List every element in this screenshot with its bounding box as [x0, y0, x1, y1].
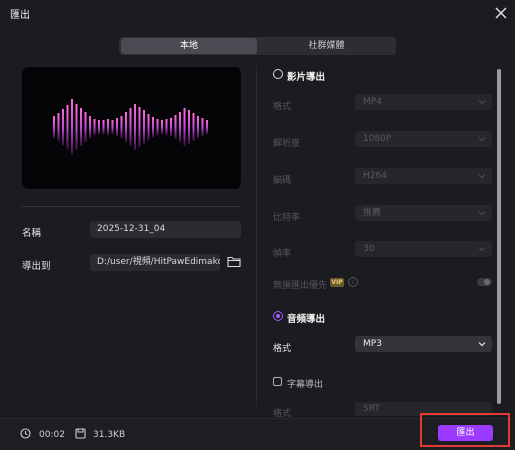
- waveform-bar: [192, 113, 195, 141]
- waveform-bar: [75, 104, 78, 150]
- video-export-title: 影片導出: [287, 72, 326, 83]
- video-export-radio[interactable]: [273, 69, 283, 79]
- waveform-bar: [66, 105, 69, 149]
- encoding-value: H264: [363, 171, 387, 181]
- waveform-bar: [57, 113, 60, 141]
- clock-icon: [20, 428, 31, 439]
- export-tabs: 本地 社群媒體: [119, 37, 396, 55]
- waveform-bar: [80, 108, 82, 146]
- highlight-box: [420, 413, 510, 447]
- waveform-bar: [53, 116, 55, 138]
- waveform-bar: [62, 109, 64, 145]
- resolution-label: 解析度: [273, 139, 301, 149]
- video-format-select: MP4: [355, 94, 492, 110]
- bitrate-value: 推薦: [363, 208, 382, 218]
- waveform-bar: [102, 120, 105, 134]
- framerate-label: 幀率: [273, 249, 292, 259]
- chevron-down-icon: [478, 342, 486, 347]
- path-input[interactable]: D:/user/視頻/HitPawEdimakor: [90, 254, 220, 271]
- waveform-bar: [161, 120, 163, 134]
- audio-format-label: 格式: [273, 344, 292, 354]
- waveform-bar: [129, 108, 132, 146]
- tab-social-media[interactable]: 社群媒體: [259, 38, 394, 54]
- encoding-select: H264: [355, 168, 492, 184]
- chevron-down-icon: [478, 247, 486, 252]
- duration-text: 00:02: [39, 430, 65, 440]
- folder-icon[interactable]: [227, 255, 241, 268]
- chevron-down-icon: [478, 100, 486, 105]
- waveform-bar: [111, 120, 114, 134]
- waveform-bar: [98, 120, 100, 134]
- waveform-bar: [201, 118, 204, 136]
- waveform-graphic: [53, 99, 208, 155]
- lossless-toggle[interactable]: [477, 278, 492, 286]
- waveform-bar: [156, 119, 159, 135]
- waveform-bar: [125, 112, 127, 142]
- waveform-bar: [116, 118, 118, 136]
- audio-format-select[interactable]: MP3: [355, 336, 492, 352]
- encoding-label: 編碼: [273, 176, 292, 186]
- waveform-bar: [152, 117, 154, 137]
- bitrate-select: 推薦: [355, 205, 492, 221]
- waveform-bar: [165, 119, 168, 135]
- panel-divider: [256, 66, 257, 406]
- lossless-label: 無損匯出優先: [273, 281, 328, 291]
- scrollbar[interactable]: [497, 69, 501, 404]
- file-size-icon: [75, 428, 86, 439]
- waveform-bar: [120, 116, 123, 138]
- waveform-bar: [174, 115, 177, 139]
- bitrate-label: 比特率: [273, 213, 301, 223]
- waveform-bar: [197, 116, 199, 138]
- waveform-bar: [138, 107, 141, 147]
- info-icon[interactable]: i: [348, 277, 358, 287]
- waveform-bar: [143, 110, 145, 144]
- waveform-bar: [93, 119, 96, 135]
- waveform-bar: [170, 118, 172, 136]
- file-size-text: 31.3KB: [93, 430, 126, 440]
- chevron-down-icon: [478, 137, 486, 142]
- video-format-value: MP4: [363, 97, 382, 107]
- waveform-bar: [107, 119, 109, 135]
- waveform-bar: [134, 104, 136, 150]
- divider: [22, 206, 241, 207]
- name-input[interactable]: 2025-12-31_04: [90, 221, 241, 238]
- framerate-select: 30: [355, 241, 492, 257]
- video-format-label: 格式: [273, 102, 292, 112]
- resolution-value: 1080P: [363, 134, 392, 144]
- export-to-label: 導出到: [22, 261, 51, 272]
- audio-preview: [22, 67, 241, 189]
- waveform-bar: [147, 114, 150, 140]
- resolution-select: 1080P: [355, 131, 492, 147]
- subtitle-export-checkbox[interactable]: [273, 377, 282, 386]
- waveform-bar: [84, 112, 87, 142]
- audio-format-value: MP3: [363, 339, 382, 349]
- waveform-bar: [179, 112, 181, 142]
- waveform-bar: [206, 120, 208, 134]
- tab-local[interactable]: 本地: [121, 38, 257, 54]
- chevron-down-icon: [478, 174, 486, 179]
- title-bar: 匯出: [0, 0, 515, 26]
- waveform-bar: [89, 116, 91, 138]
- framerate-value: 30: [363, 244, 375, 254]
- window-title: 匯出: [10, 10, 30, 21]
- waveform-bar: [183, 108, 186, 146]
- chevron-down-icon: [478, 211, 486, 216]
- audio-export-radio[interactable]: [273, 311, 283, 321]
- subtitle-export-title: 字幕導出: [287, 380, 324, 390]
- vip-badge: VIP: [330, 278, 344, 287]
- name-label: 名稱: [22, 228, 42, 239]
- waveform-bar: [188, 110, 190, 144]
- waveform-bar: [71, 99, 73, 155]
- subtitle-format-value: SRT: [363, 404, 380, 414]
- audio-export-title: 音頻導出: [287, 314, 326, 325]
- close-icon[interactable]: [493, 5, 509, 21]
